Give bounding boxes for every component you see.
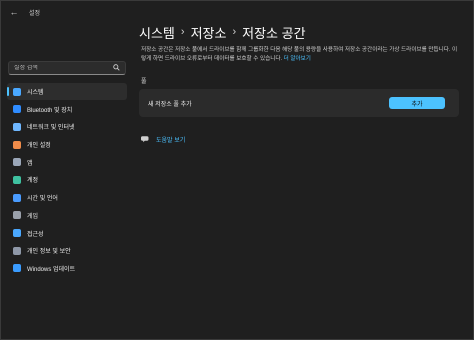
sidebar-item[interactable]: 앱 — [7, 154, 127, 171]
sidebar-item-label: 앱 — [27, 160, 33, 167]
sidebar-item[interactable]: 네트워크 및 인터넷 — [7, 118, 127, 135]
pools-section-label: 풀 — [141, 79, 147, 85]
sidebar-item[interactable]: 접근성 — [7, 225, 127, 242]
get-help-link[interactable]: 도움말 보기 — [156, 135, 185, 144]
sidebar-item[interactable]: 게임 — [7, 207, 127, 224]
sidebar-item-label: 시간 및 언어 — [27, 196, 58, 203]
accessibility-icon — [13, 229, 21, 237]
breadcrumb-separator: › — [232, 26, 237, 38]
sidebar-item[interactable]: 개인 정보 및 보안 — [7, 242, 127, 259]
learn-more-link[interactable]: 더 알아보기 — [284, 56, 311, 62]
personalization-icon — [13, 140, 21, 149]
sidebar-item[interactable]: 시간 및 언어 — [7, 189, 127, 206]
sidebar-item[interactable]: 계정 — [7, 171, 127, 188]
app-title: 설정 — [29, 10, 41, 17]
windows-update-icon — [13, 264, 21, 273]
network-icon — [13, 122, 21, 131]
shield-icon — [13, 246, 21, 255]
time-language-icon — [13, 193, 21, 202]
add-storage-pool-card: 새 저장소 풀 추가 추가 — [139, 89, 459, 117]
page-description: 저장소 공간은 저장소 풀에서 드라이브를 함께 그룹화한 다음 해당 풀의 용… — [141, 46, 459, 63]
breadcrumb-system[interactable]: 시스템 — [139, 23, 175, 42]
sidebar-item-label: Windows 업데이트 — [27, 266, 76, 273]
title-bar: ← 설정 — [1, 1, 473, 23]
system-icon — [13, 87, 21, 96]
breadcrumb: 시스템 › 저장소 › 저장소 공간 — [139, 23, 306, 41]
sidebar-item[interactable]: 개인 설정 — [7, 136, 127, 153]
breadcrumb-storage[interactable]: 저장소 — [191, 23, 227, 42]
help-icon — [141, 130, 150, 148]
sidebar-item-label: 게임 — [27, 213, 39, 220]
back-arrow-icon: ← — [9, 7, 19, 17]
accounts-icon — [13, 175, 21, 184]
add-button[interactable]: 추가 — [389, 97, 445, 109]
get-help[interactable]: 도움말 보기 — [141, 130, 185, 148]
search-icon[interactable] — [113, 63, 120, 73]
sidebar-item-label: 개인 정보 및 보안 — [27, 249, 71, 256]
sidebar-nav: 시스템 Bluetooth 및 장치네트워크 및 인터넷개인 설정앱계정시간 및 … — [7, 83, 127, 278]
sidebar-item-label: 접근성 — [27, 231, 44, 238]
settings-window: ← 설정 시스템 Bluetooth 및 장치네트워크 및 인터넷개인 설정앱계정… — [0, 0, 474, 340]
sidebar-item-label: 시스템 — [27, 90, 44, 96]
search-input[interactable] — [14, 65, 113, 71]
sidebar-item[interactable]: 시스템 — [7, 83, 127, 100]
page-title: 저장소 공간 — [242, 25, 306, 41]
sidebar-item-label: Bluetooth 및 장치 — [27, 107, 73, 114]
search-box[interactable] — [8, 61, 126, 75]
sidebar-item-label: 개인 설정 — [27, 143, 51, 150]
sidebar-item[interactable]: Windows 업데이트 — [7, 260, 127, 277]
back-button[interactable]: ← — [5, 5, 23, 19]
breadcrumb-separator: › — [180, 26, 185, 38]
apps-icon — [13, 158, 21, 167]
sidebar-item-label: 네트워크 및 인터넷 — [27, 125, 75, 132]
add-storage-pool-label: 새 저장소 풀 추가 — [148, 101, 192, 108]
gaming-icon — [13, 211, 21, 220]
sidebar-item-label: 계정 — [27, 178, 39, 185]
bluetooth-icon — [13, 105, 21, 114]
sidebar-item[interactable]: Bluetooth 및 장치 — [7, 101, 127, 118]
